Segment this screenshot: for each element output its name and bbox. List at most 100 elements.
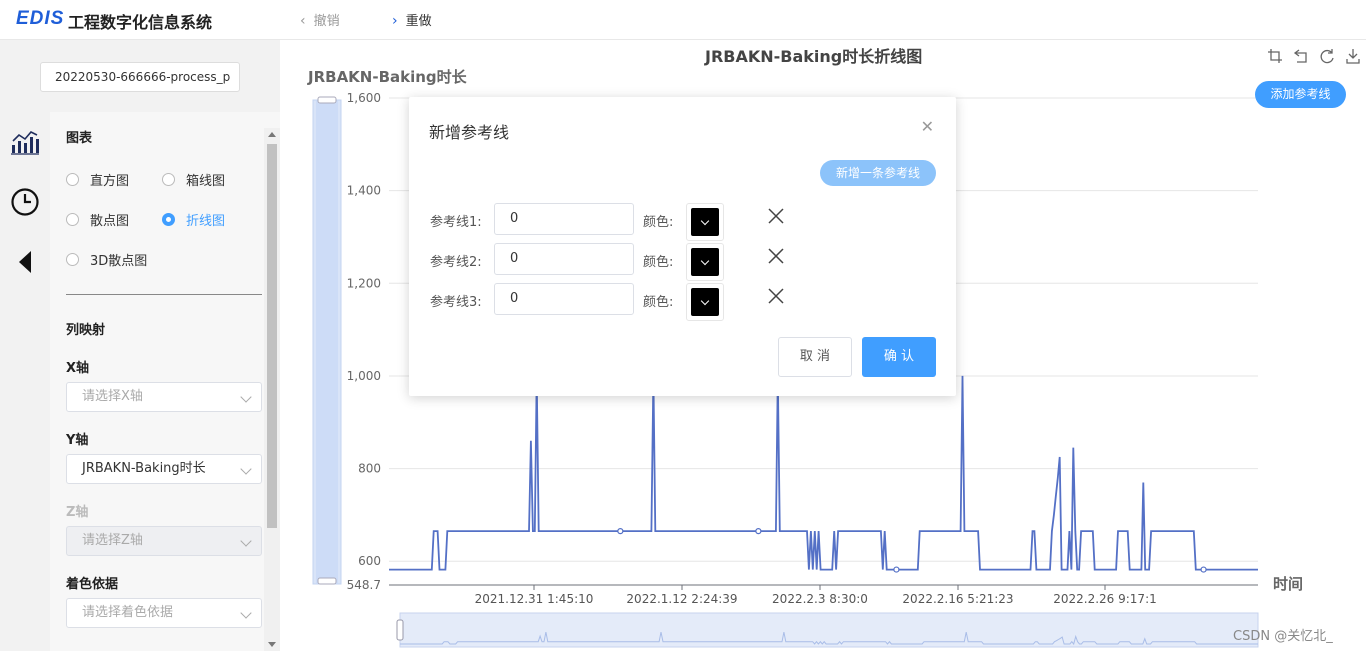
radio-circle — [66, 173, 79, 186]
chart-title: JRBAKN-Baking时长折线图 — [705, 47, 923, 66]
refresh-icon[interactable] — [1314, 46, 1340, 66]
crop-icon[interactable] — [1262, 46, 1288, 66]
chevron-down-icon — [240, 607, 252, 619]
chevron-down-icon — [240, 463, 252, 475]
chart-section-title: 图表 — [66, 131, 93, 146]
csdn-watermark: CSDN @关忆北_ — [1233, 629, 1333, 644]
confirm-button[interactable]: 确 认 — [862, 337, 936, 377]
close-icon[interactable]: ✕ — [921, 117, 934, 136]
y-axis-value: JRBAKN-Baking时长 — [82, 461, 206, 476]
history-clock-icon[interactable] — [9, 186, 41, 218]
color-picker[interactable] — [686, 203, 724, 241]
color-picker[interactable] — [686, 283, 724, 321]
x-axis-select[interactable]: 请选择X轴 — [66, 382, 262, 412]
x-axis-label: X轴 — [66, 361, 90, 376]
color-picker[interactable] — [686, 243, 724, 281]
chevron-down-icon — [240, 535, 252, 547]
scroll-down-icon[interactable] — [268, 642, 276, 647]
y-axis-select[interactable]: JRBAKN-Baking时长 — [66, 454, 262, 484]
y-axis-label: Y轴 — [66, 433, 89, 448]
data-point — [617, 528, 624, 535]
app-logo: EDIS — [16, 8, 65, 29]
radio-histogram[interactable]: 直方图 — [66, 170, 129, 189]
y-tick-label: 548.7 — [347, 578, 381, 592]
reference-row: 参考线1: 0 颜色: — [409, 203, 956, 241]
scroll-up-icon[interactable] — [268, 132, 276, 137]
reference-value-input[interactable]: 0 — [494, 243, 634, 275]
cancel-button[interactable]: 取 消 — [778, 337, 852, 377]
radio-3d-scatter[interactable]: 3D散点图 — [66, 250, 147, 269]
color-label: 颜色: — [643, 255, 674, 270]
radio-circle — [66, 253, 79, 266]
x-tick-label: 2022.2.3 8:30:0 — [772, 592, 868, 606]
reference-row: 参考线2: 0 颜色: — [409, 243, 956, 281]
y-tick-label: 1,000 — [347, 369, 381, 383]
x-axis-placeholder: 请选择X轴 — [82, 389, 143, 404]
x-axis-name: 时间 — [1273, 575, 1304, 593]
reference-label: 参考线3: — [430, 295, 482, 310]
x-tick-label: 2022.1.12 2:24:39 — [626, 592, 737, 606]
color-swatch — [691, 208, 719, 236]
redo-label: 重做 — [405, 14, 432, 29]
download-icon[interactable] — [1340, 46, 1366, 66]
delete-row-icon[interactable] — [767, 207, 785, 225]
color-by-placeholder: 请选择着色依据 — [82, 605, 174, 620]
app-title: 工程数字化信息系统 — [68, 13, 213, 32]
z-axis-label: Z轴 — [66, 505, 89, 520]
radio-circle — [162, 213, 175, 226]
x-tick-label: 2021.12.31 1:45:10 — [475, 592, 594, 606]
icon-rail — [0, 112, 50, 651]
scroll-thumb[interactable] — [267, 144, 277, 528]
y-zoom-handle — [317, 577, 337, 585]
y-tick-label: 1,200 — [347, 276, 381, 290]
delete-row-icon[interactable] — [767, 247, 785, 265]
divider — [66, 294, 262, 295]
radio-boxplot[interactable]: 箱线图 — [162, 170, 225, 189]
undo-label: 撤销 — [313, 14, 340, 29]
radio-label: 散点图 — [90, 214, 130, 229]
sidebar-scrollbar[interactable] — [264, 128, 280, 651]
radio-circle — [66, 213, 79, 226]
add-reference-line-button[interactable]: 添加参考线 — [1255, 81, 1346, 108]
y-tick-label: 600 — [358, 554, 381, 568]
chevron-down-icon — [700, 216, 710, 225]
color-swatch — [691, 248, 719, 276]
color-by-select[interactable]: 请选择着色依据 — [66, 598, 262, 628]
data-point — [755, 528, 762, 535]
data-point — [893, 566, 900, 573]
chevron-down-icon — [240, 391, 252, 403]
y-tick-label: 1,400 — [347, 184, 381, 198]
z-axis-select: 请选择Z轴 — [66, 526, 262, 556]
collapse-left-icon[interactable] — [9, 246, 41, 278]
radio-label: 折线图 — [186, 214, 226, 229]
chevron-down-icon — [700, 256, 710, 265]
radio-label: 3D散点图 — [90, 254, 148, 269]
new-reference-line-button[interactable]: 新增一条参考线 — [820, 160, 936, 186]
color-label: 颜色: — [643, 295, 674, 310]
y-axis-name: JRBAKN-Baking时长 — [308, 68, 467, 86]
series-line — [389, 375, 1258, 571]
file-name-input[interactable]: 20220530-666666-process_p — [40, 62, 240, 92]
x-tick-label: 2022.2.26 9:17:1 — [1053, 592, 1157, 606]
radio-scatter[interactable]: 散点图 — [66, 210, 129, 229]
undo-button[interactable]: ‹ 撤销 — [300, 10, 340, 29]
data-point — [1200, 566, 1207, 573]
redo-button[interactable]: › 重做 — [392, 10, 432, 29]
chart-icon[interactable] — [9, 126, 41, 158]
top-bar: EDIS 工程数字化信息系统 ‹ 撤销 › 重做 — [0, 0, 1366, 40]
radio-line[interactable]: 折线图 — [162, 210, 225, 229]
radio-label: 箱线图 — [186, 174, 226, 189]
config-panel: 图表 直方图 箱线图 散点图 折线图 3D散点图 列映射 X轴 请选择X轴 Y轴… — [50, 112, 280, 651]
reference-value-input[interactable]: 0 — [494, 283, 634, 315]
restore-icon[interactable] — [1288, 46, 1314, 66]
chevron-down-icon — [700, 296, 710, 305]
x-tick-label: 2022.2.16 5:21:23 — [902, 592, 1013, 606]
z-axis-placeholder: 请选择Z轴 — [82, 533, 143, 548]
y-zoom-window — [316, 100, 338, 584]
reference-value-input[interactable]: 0 — [494, 203, 634, 235]
delete-row-icon[interactable] — [767, 287, 785, 305]
color-by-label: 着色依据 — [66, 577, 119, 592]
reference-label: 参考线1: — [430, 215, 482, 230]
y-tick-label: 1,600 — [347, 91, 381, 105]
x-zoom-handle — [396, 619, 404, 641]
